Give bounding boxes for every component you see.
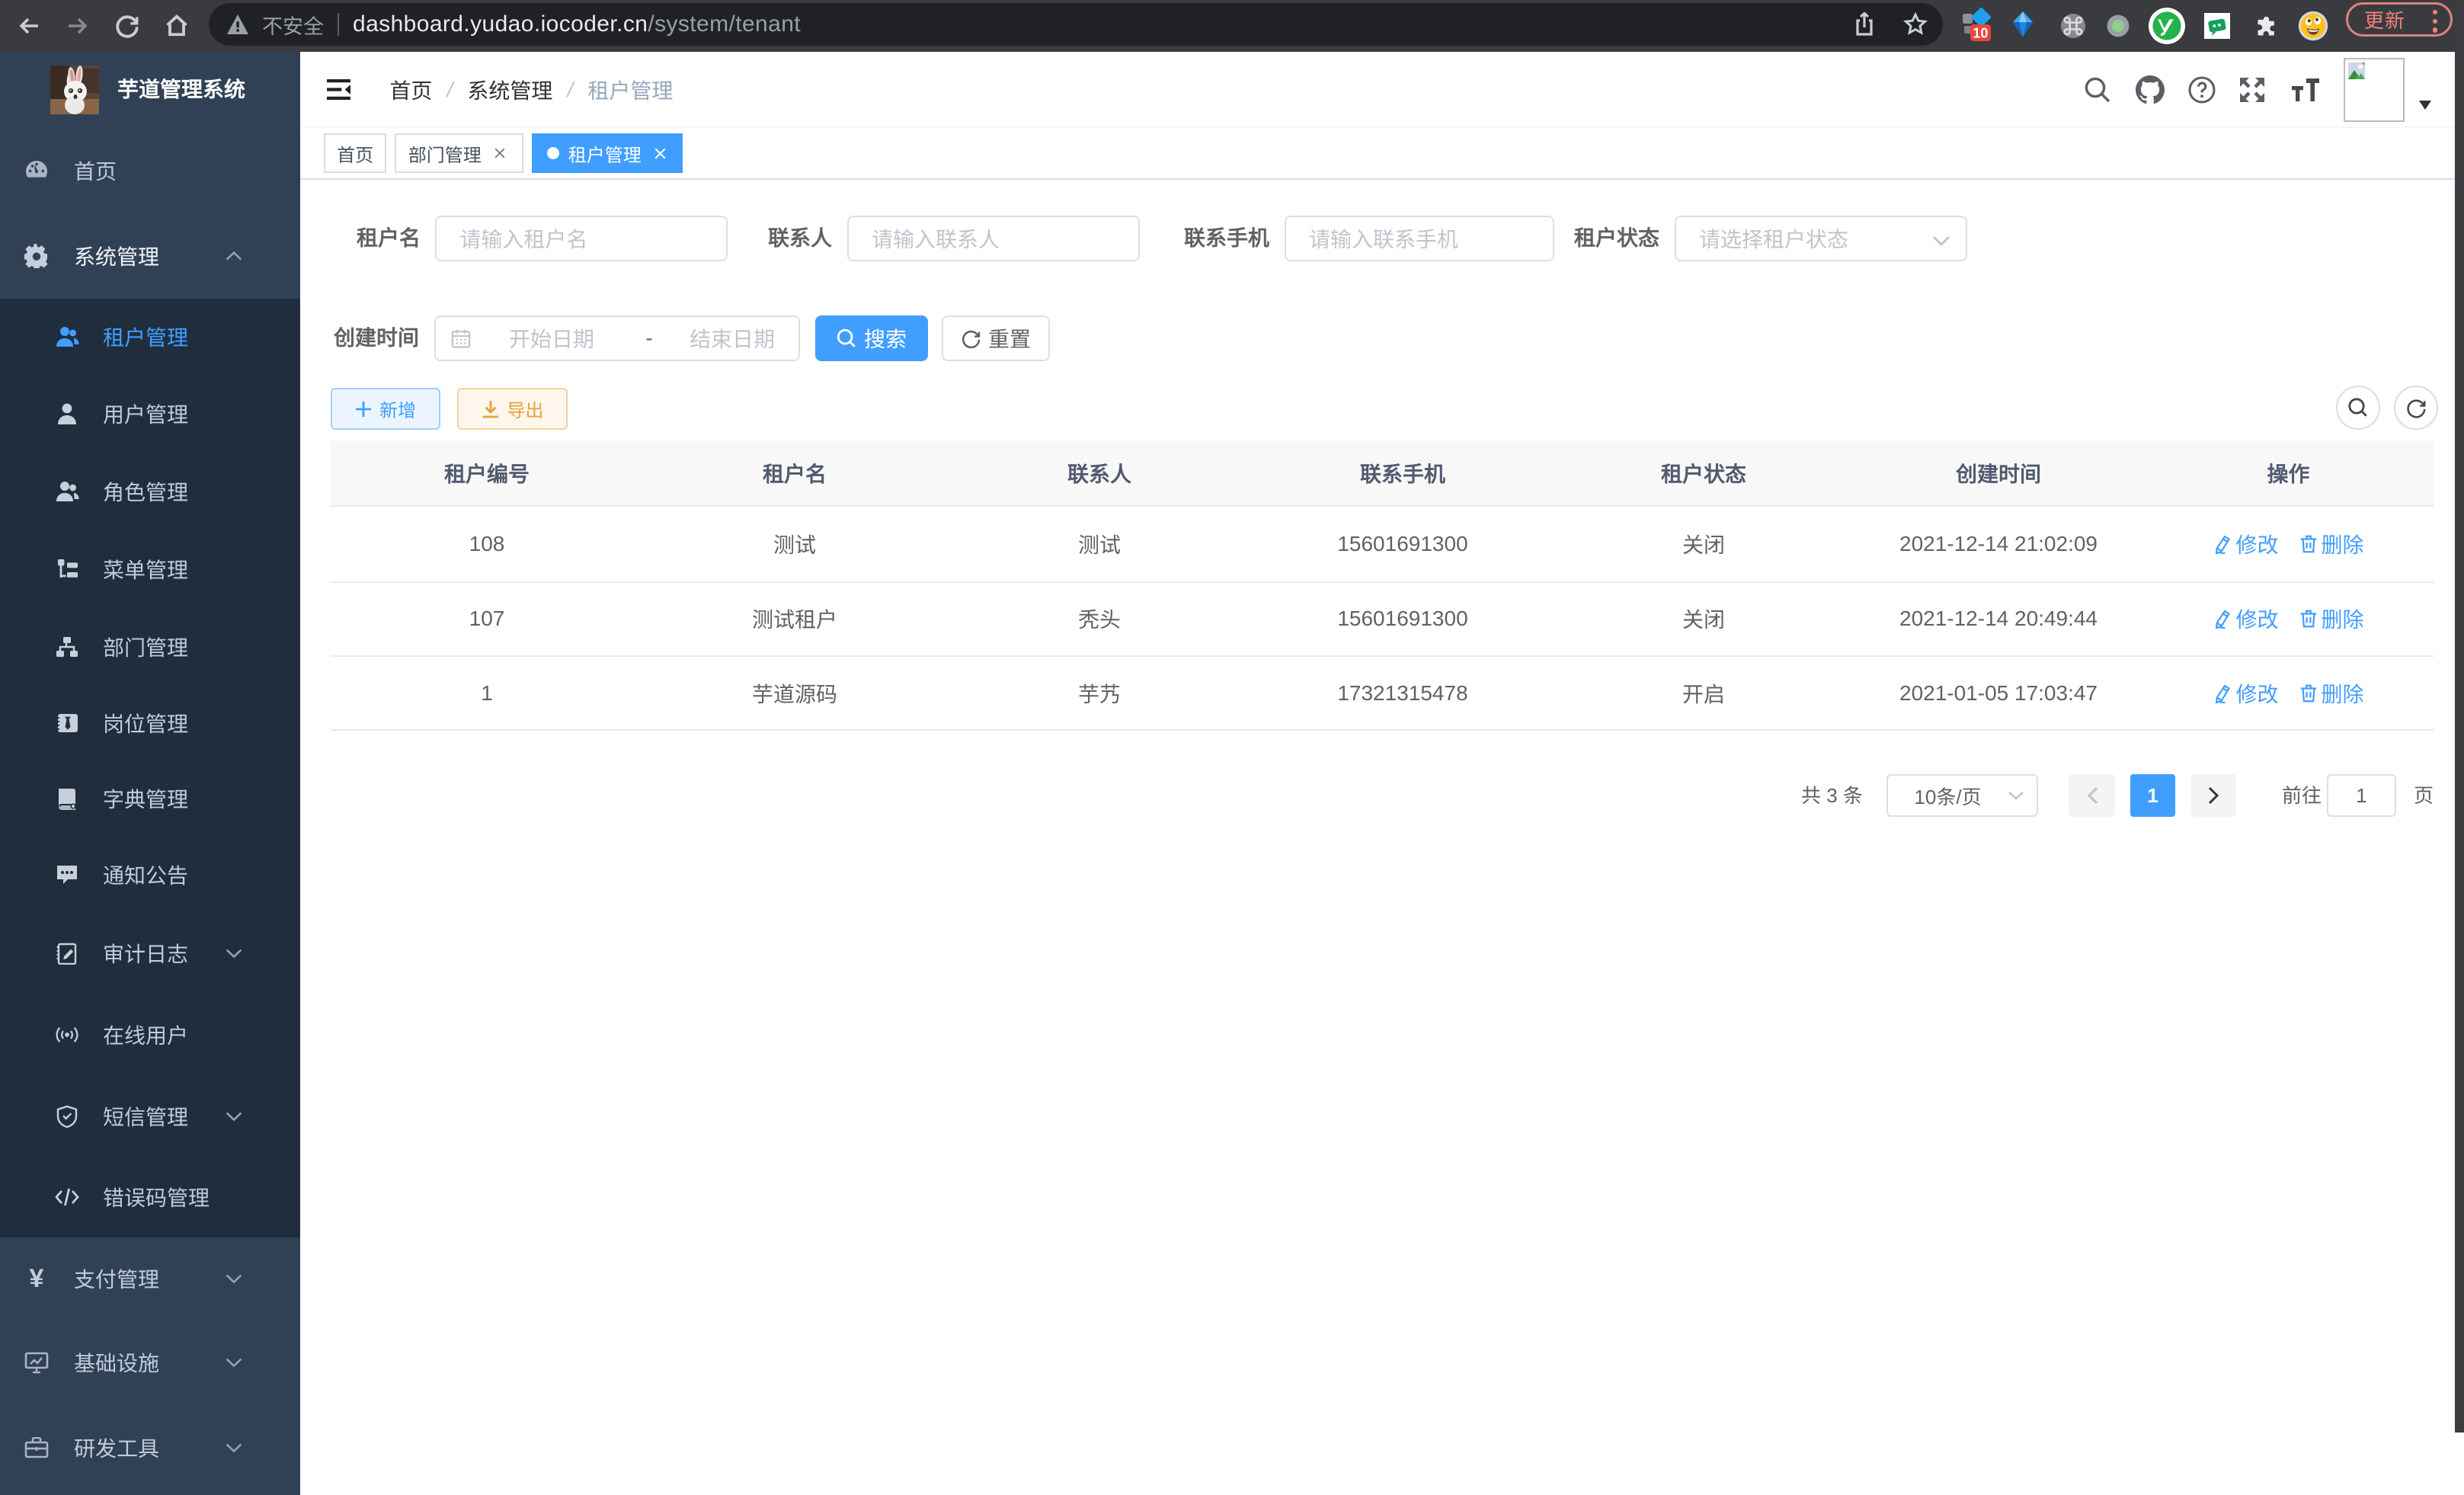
svg-text:10: 10 [1973, 25, 1988, 40]
